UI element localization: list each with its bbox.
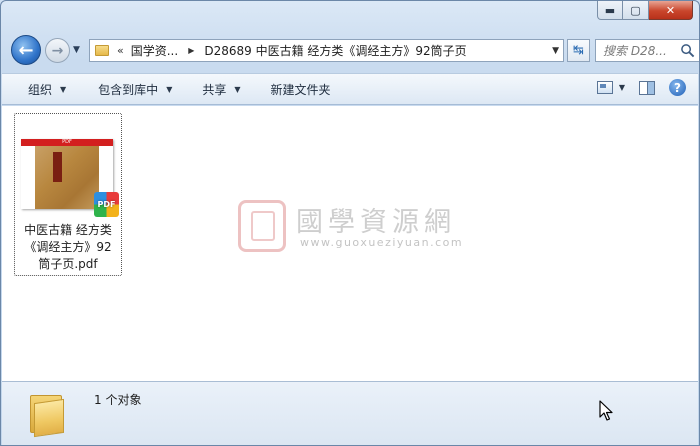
item-count: 1 个对象	[94, 393, 142, 407]
navigation-row: ← → ▼ « 国学资... ▶ D28689 中医古籍 经方类《调经主方》92…	[9, 35, 699, 65]
file-name-line: 《调经主方》92	[24, 240, 112, 254]
chevron-down-icon: ▼	[166, 84, 173, 94]
forward-button[interactable]: →	[45, 38, 70, 63]
recent-pages-dropdown[interactable]: ▼	[73, 45, 80, 55]
address-dropdown[interactable]: ▼	[552, 46, 559, 56]
folder-icon	[95, 45, 109, 56]
watermark-url: www.guoxueziyuan.com	[300, 236, 464, 249]
book-title-strip	[53, 152, 62, 182]
pdf-file-icon: PDF	[94, 192, 119, 217]
new-folder-label: 新建文件夹	[270, 82, 331, 97]
file-name-line: 筒子页.pdf	[38, 257, 98, 271]
include-in-library-button[interactable]: 包含到库中 ▼	[86, 77, 184, 101]
share-label: 共享	[202, 82, 227, 97]
share-button[interactable]: 共享 ▼	[190, 77, 252, 101]
file-name-label: 中医古籍 经方类 《调经主方》92 筒子页.pdf	[15, 222, 121, 273]
watermark: 國學資源網 www.guoxueziyuan.com	[238, 198, 478, 258]
address-bar[interactable]: « 国学资... ▶ D28689 中医古籍 经方类《调经主方》92筒子页 ▼	[89, 39, 564, 62]
watermark-title: 國學資源網	[296, 207, 456, 238]
toolbar-right: ▼ ?	[596, 79, 686, 96]
breadcrumb-overflow[interactable]: «	[117, 44, 124, 57]
caption-buttons: ▬ ▢ ✕	[597, 1, 693, 21]
change-view-icon[interactable]	[596, 81, 613, 94]
file-item[interactable]: PDF PDF 中医古籍 经方类 《调经主方》92 筒子页.pdf	[14, 113, 122, 276]
organize-label: 组织	[28, 82, 53, 97]
watermark-seal-icon	[238, 200, 286, 252]
search-box[interactable]: 搜索 D28...	[595, 39, 699, 62]
help-icon[interactable]: ?	[669, 79, 686, 96]
view-options-dropdown[interactable]: ▼	[619, 83, 625, 92]
refresh-button[interactable]: ↹	[567, 39, 590, 62]
breadcrumb-chevron-icon[interactable]: ▶	[188, 46, 194, 55]
breadcrumb-item-current[interactable]: D28689 中医古籍 经方类《调经主方》92筒子页	[204, 42, 466, 59]
preview-pane-icon[interactable]	[639, 80, 655, 95]
include-in-library-label: 包含到库中	[98, 82, 159, 97]
back-button[interactable]: ←	[11, 35, 41, 65]
organize-button[interactable]: 组织 ▼	[16, 77, 78, 101]
details-pane: 1 个对象	[2, 381, 698, 445]
minimize-button[interactable]: ▬	[597, 1, 623, 20]
chevron-down-icon: ▼	[60, 84, 67, 94]
file-name-line: 中医古籍 经方类	[24, 223, 112, 237]
book-cover-image	[35, 146, 99, 209]
folder-icon	[30, 391, 66, 438]
close-button[interactable]: ✕	[649, 1, 693, 20]
thumbnail-header: PDF	[21, 139, 113, 146]
refresh-icon: ↹	[573, 43, 584, 58]
chevron-down-icon: ▼	[234, 84, 241, 94]
maximize-button[interactable]: ▢	[623, 1, 649, 20]
mouse-cursor-icon	[599, 400, 613, 421]
explorer-window: ▬ ▢ ✕ ← → ▼ « 国学资... ▶ D28689 中医古籍 经方类《调…	[0, 0, 700, 446]
search-input[interactable]: 搜索 D28...	[603, 42, 679, 59]
breadcrumb-item-parent[interactable]: 国学资...	[131, 42, 178, 59]
new-folder-button[interactable]: 新建文件夹	[259, 77, 343, 101]
command-bar: 组织 ▼ 包含到库中 ▼ 共享 ▼ 新建文件夹 ▼ ?	[2, 73, 698, 105]
file-list-area[interactable]: PDF PDF 中医古籍 经方类 《调经主方》92 筒子页.pdf 國學資源網 …	[2, 106, 698, 381]
search-icon	[681, 44, 695, 58]
